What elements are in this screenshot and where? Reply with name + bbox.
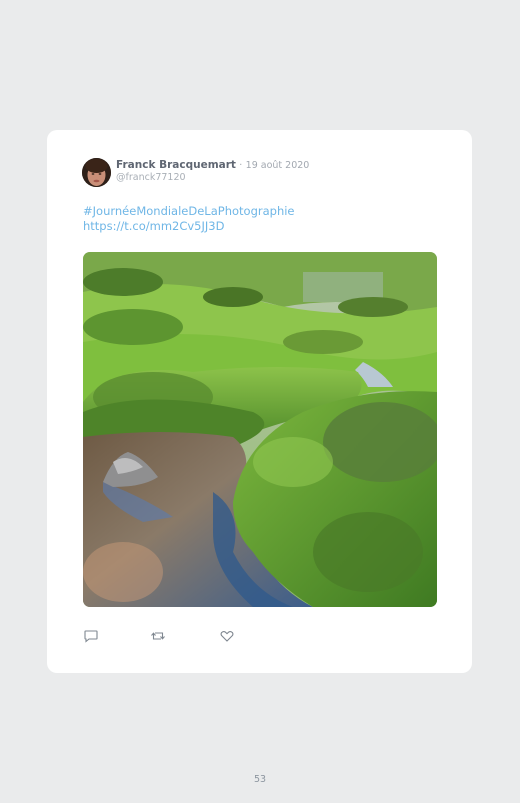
tweet-card: Franck Bracquemart · 19 août 2020 @franc…: [47, 130, 472, 673]
tweet-photo[interactable]: [83, 252, 437, 607]
landscape-photo: [83, 252, 437, 607]
like-icon[interactable]: [219, 628, 235, 644]
author-name[interactable]: Franck Bracquemart: [116, 159, 236, 171]
author-line: Franck Bracquemart · 19 août 2020: [116, 159, 309, 172]
separator-dot: ·: [239, 160, 243, 171]
reply-icon[interactable]: [83, 628, 99, 644]
retweet-icon[interactable]: [150, 628, 166, 644]
url-link[interactable]: https://t.co/mm2Cv5JJ3D: [83, 219, 295, 234]
author-avatar[interactable]: [82, 158, 111, 187]
avatar-image: [82, 158, 111, 187]
tweet-date[interactable]: 19 août 2020: [246, 160, 310, 171]
tweet-text: #JournéeMondialeDeLaPhotographie https:/…: [83, 204, 295, 234]
author-handle[interactable]: @franck77120: [116, 172, 186, 183]
page-number: 53: [253, 774, 267, 785]
hashtag-link[interactable]: #JournéeMondialeDeLaPhotographie: [83, 204, 295, 219]
